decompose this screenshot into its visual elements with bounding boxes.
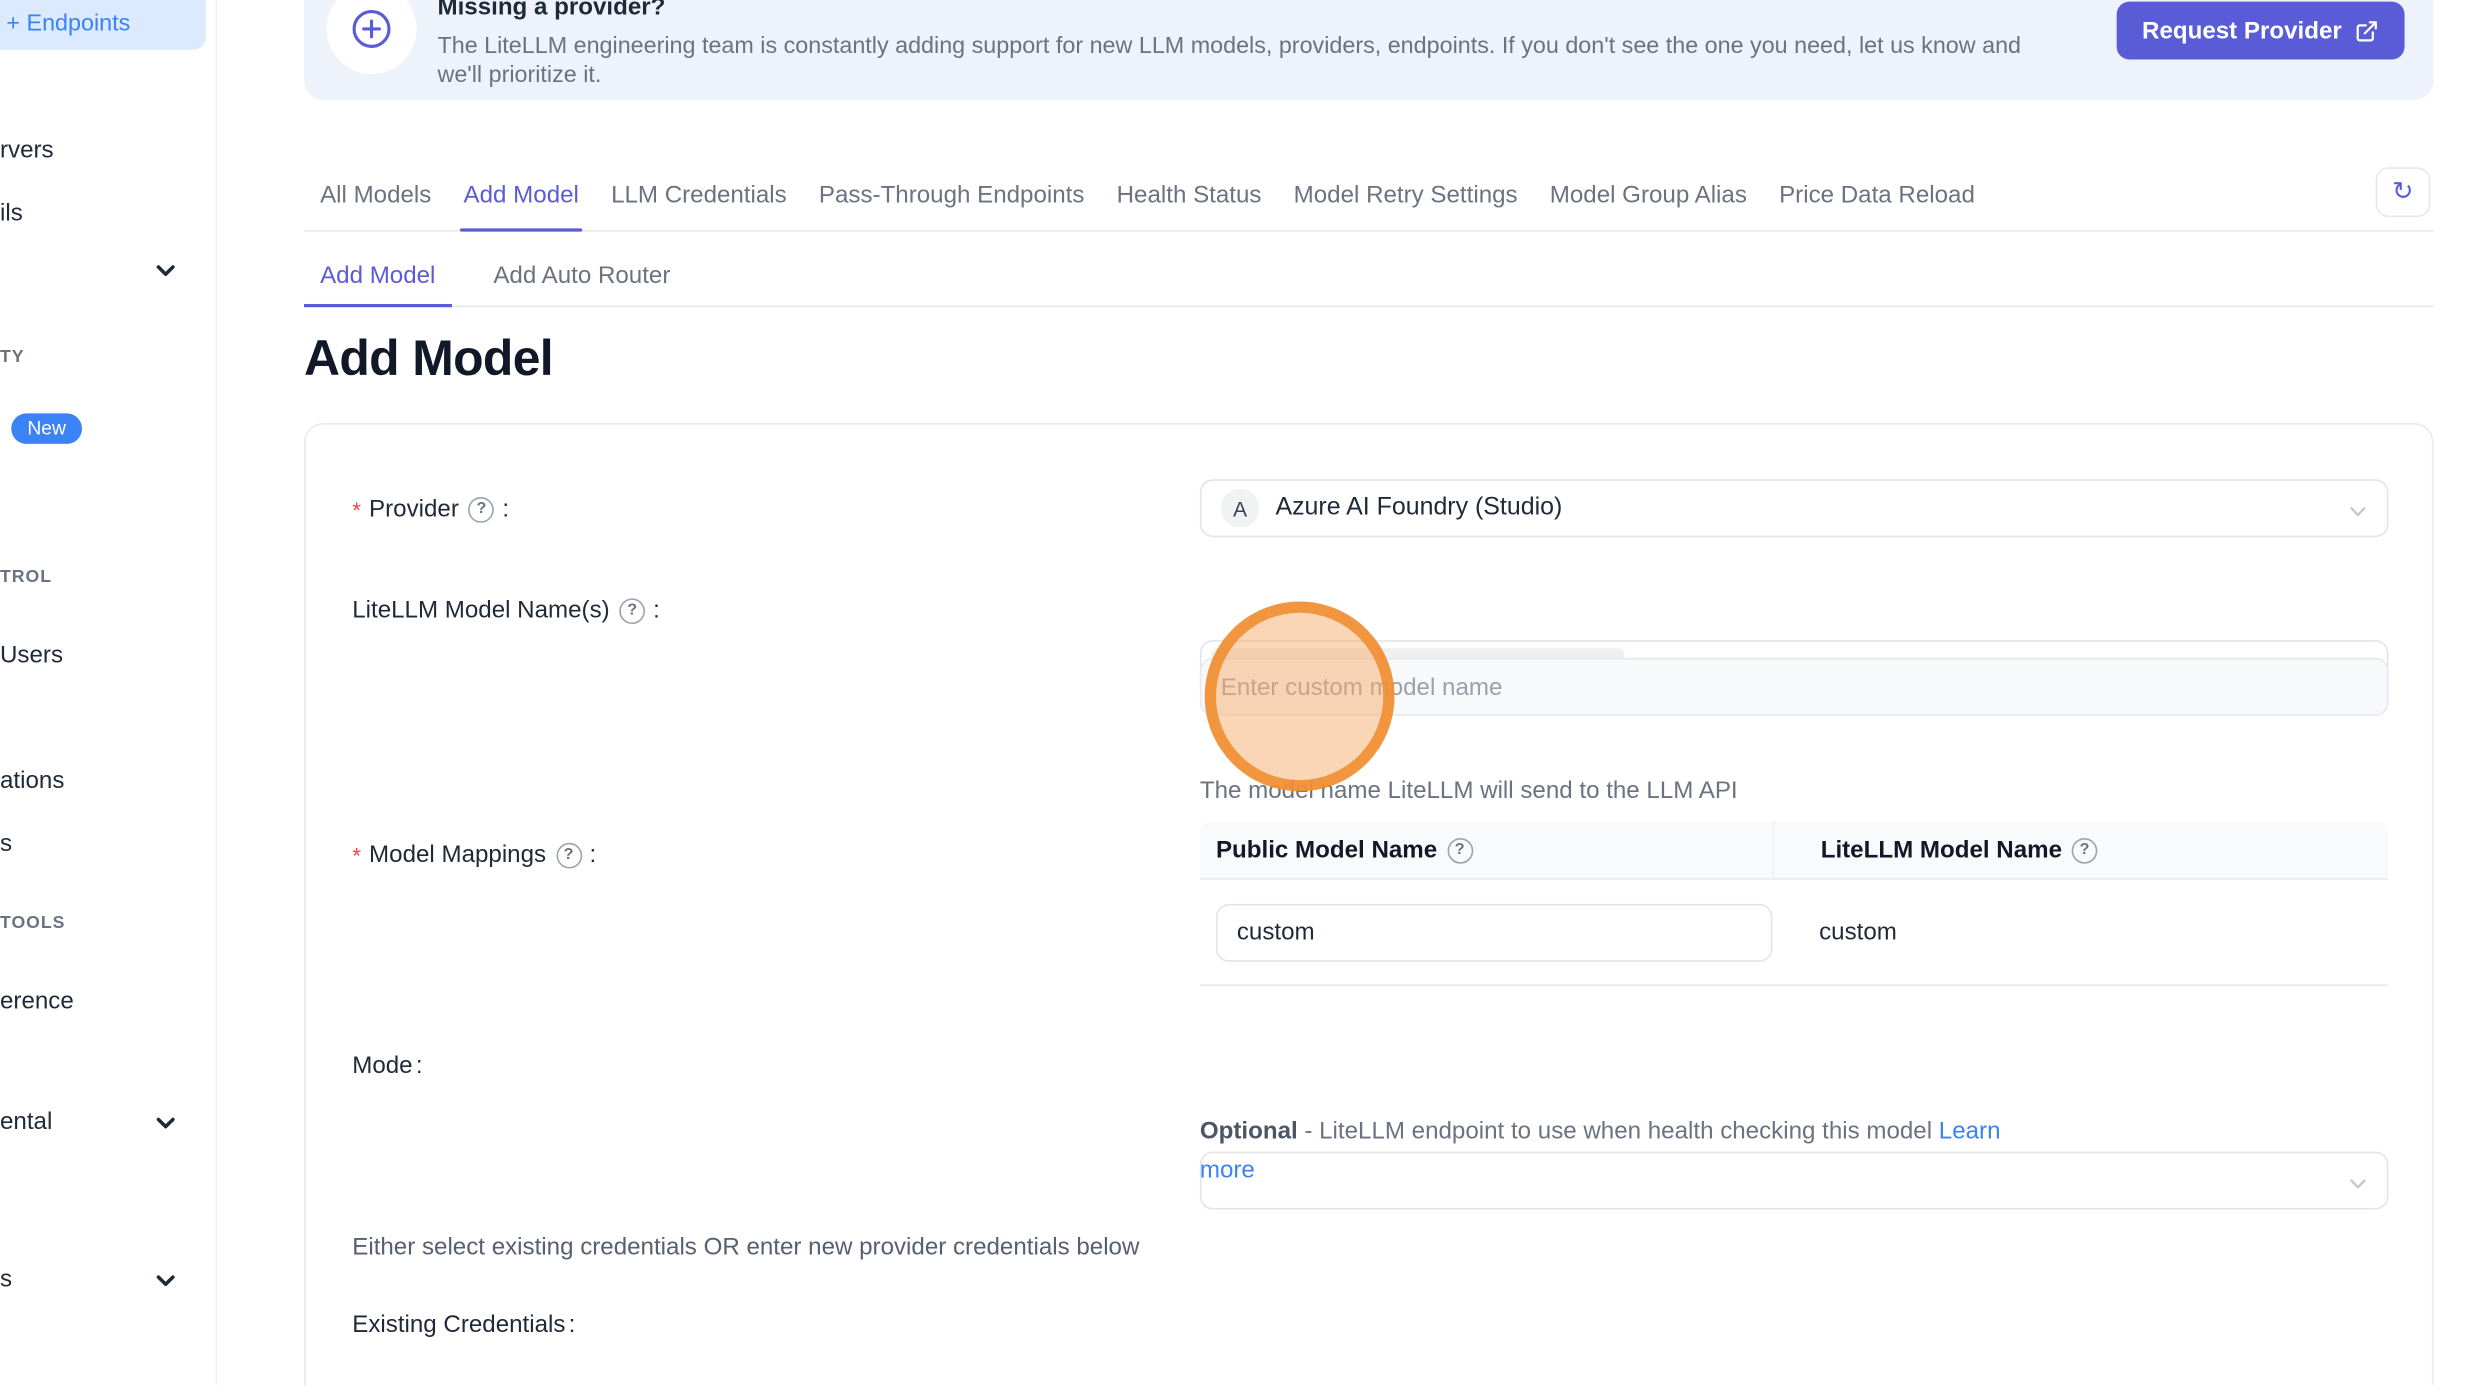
chevron-down-icon[interactable] <box>153 1267 179 1293</box>
tab-health-status[interactable]: Health Status <box>1101 166 1278 230</box>
question-icon[interactable]: ? <box>1447 837 1473 863</box>
litellm-model-name-value: custom <box>1819 918 1897 945</box>
plus-circle-icon <box>327 0 417 74</box>
sidebar-item-erence[interactable]: erence <box>0 988 74 1015</box>
sidebar-section-ty: TY <box>0 347 25 366</box>
chevron-down-icon <box>2348 502 2367 521</box>
tab-llm-credentials[interactable]: LLM Credentials <box>595 166 803 230</box>
chevron-down-icon[interactable] <box>153 257 179 283</box>
banner-title: Missing a provider? <box>437 0 665 21</box>
model-mappings-label: * Model Mappings ? : <box>352 841 596 868</box>
provider-value: Azure AI Foundry (Studio) <box>1275 494 1562 523</box>
tab-model-group-alias[interactable]: Model Group Alias <box>1534 166 1763 230</box>
provider-select[interactable]: A Azure AI Foundry (Studio) <box>1200 479 2389 537</box>
model-tabs: All Models Add Model LLM Credentials Pas… <box>304 166 2434 232</box>
refresh-button[interactable]: ↻ <box>2376 167 2431 217</box>
sidebar-item-servers[interactable]: rvers <box>0 137 54 164</box>
provider-avatar: A <box>1221 489 1260 528</box>
add-model-subtabs: Add Model Add Auto Router <box>304 249 2434 307</box>
question-icon[interactable]: ? <box>556 842 582 868</box>
column-litellm-model-name: LiteLLM Model Name <box>1821 836 2062 863</box>
column-public-model-name: Public Model Name <box>1216 836 1437 863</box>
sidebar-item-ental[interactable]: ental <box>0 1108 52 1135</box>
mode-helper: Optional - LiteLLM endpoint to use when … <box>1200 1113 2024 1190</box>
sidebar-section-tools: TOOLS <box>0 914 65 933</box>
custom-model-name-input[interactable] <box>1200 658 2389 716</box>
subtab-add-model[interactable]: Add Model <box>304 249 452 305</box>
add-model-form-card: * Provider ? : A Azure AI Foundry (Studi… <box>304 423 2434 1385</box>
sidebar-item-users[interactable]: Users <box>0 642 63 669</box>
model-mappings-table: Public Model Name ? LiteLLM Model Name ?… <box>1200 822 2389 986</box>
missing-provider-banner: Missing a provider? The LiteLLM engineer… <box>304 0 2434 100</box>
litellm-admin-page: + Endpoints rvers ils TY New TROL Users … <box>0 0 2477 1385</box>
sidebar-item-ations[interactable]: ations <box>0 767 64 794</box>
existing-credentials-label: Existing Credentials : <box>352 1311 575 1338</box>
sidebar: + Endpoints rvers ils TY New TROL Users … <box>0 0 217 1385</box>
tab-model-retry-settings[interactable]: Model Retry Settings <box>1278 166 1534 230</box>
sidebar-item-label: + Endpoints <box>6 11 130 37</box>
tab-pass-through-endpoints[interactable]: Pass-Through Endpoints <box>803 166 1101 230</box>
provider-label: * Provider ? : <box>352 495 509 522</box>
question-icon[interactable]: ? <box>469 496 495 522</box>
mappings-header-row: Public Model Name ? LiteLLM Model Name ? <box>1200 822 2389 880</box>
chevron-down-icon <box>2348 1174 2367 1193</box>
sidebar-section-trol: TROL <box>0 568 52 587</box>
tab-all-models[interactable]: All Models <box>304 166 447 230</box>
question-icon[interactable]: ? <box>619 598 645 624</box>
mappings-row: custom <box>1200 880 2389 986</box>
required-marker: * <box>352 842 361 868</box>
chevron-down-icon[interactable] <box>153 1110 179 1136</box>
external-link-icon <box>2355 18 2379 42</box>
question-icon[interactable]: ? <box>2072 837 2098 863</box>
tab-add-model[interactable]: Add Model <box>447 166 595 230</box>
page-title: Add Model <box>304 330 553 388</box>
sidebar-item-ils[interactable]: ils <box>0 199 23 226</box>
tab-price-data-reload[interactable]: Price Data Reload <box>1763 166 1991 230</box>
sidebar-item-s2[interactable]: s <box>0 1266 12 1293</box>
sidebar-item-models-endpoints[interactable]: + Endpoints <box>0 0 206 50</box>
model-names-label: LiteLLM Model Name(s) ? : <box>352 597 660 624</box>
request-provider-button[interactable]: Request Provider <box>2116 2 2404 60</box>
refresh-icon: ↻ <box>2392 179 2414 205</box>
credentials-note: Either select existing credentials OR en… <box>352 1234 1139 1261</box>
mode-label: Mode : <box>352 1052 422 1079</box>
banner-description: The LiteLLM engineering team is constant… <box>437 32 2021 90</box>
public-model-name-input[interactable] <box>1216 903 1773 961</box>
subtab-add-auto-router[interactable]: Add Auto Router <box>477 249 686 305</box>
required-marker: * <box>352 496 361 522</box>
sidebar-item-s1[interactable]: s <box>0 830 12 857</box>
model-name-helper: The model name LiteLLM will send to the … <box>1200 772 1738 811</box>
new-badge: New <box>11 413 82 444</box>
